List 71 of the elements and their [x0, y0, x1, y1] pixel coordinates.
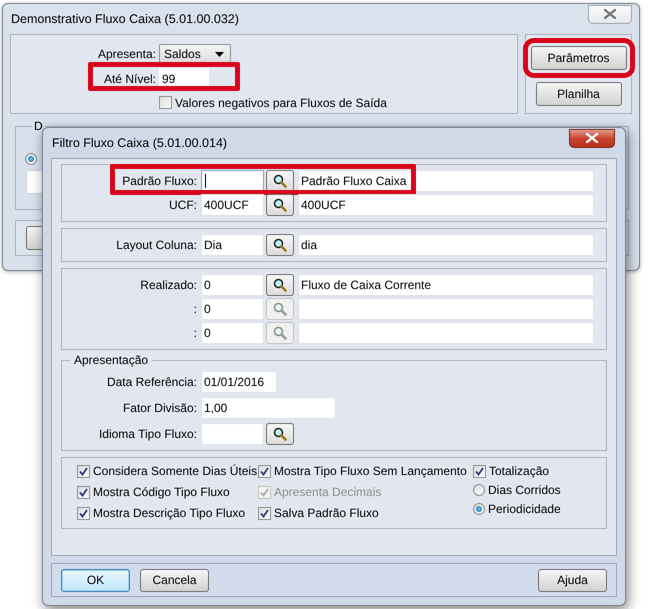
checkbox-label: Considera Somente Dias Úteis — [93, 464, 258, 478]
field-label: : — [192, 302, 197, 316]
close-button[interactable] — [569, 128, 615, 148]
field-label: Realizado: — [139, 278, 197, 292]
lookup-button[interactable] — [266, 170, 294, 192]
checkbox[interactable] — [473, 464, 486, 478]
checkbox-label: Apresenta Decimais — [274, 485, 382, 499]
dialog-button[interactable]: OK — [61, 568, 130, 592]
group-title: Apresentação — [70, 353, 152, 367]
description-field[interactable]: Fluxo de Caixa Corrente — [298, 274, 594, 296]
field-label: Apresenta: — [96, 47, 156, 62]
checkbox[interactable] — [77, 464, 90, 478]
radio-button[interactable] — [473, 503, 485, 515]
dropdown[interactable]: Saldos — [159, 44, 231, 64]
checkbox-label: Mostra Código Tipo Fluxo — [93, 485, 230, 499]
search-icon — [273, 302, 287, 316]
code-field[interactable]: Dia — [201, 234, 264, 256]
search-icon — [273, 174, 287, 188]
lookup-button[interactable] — [266, 423, 294, 445]
checkbox-label: Mostra Descrição Tipo Fluxo — [93, 506, 246, 520]
description-field[interactable] — [298, 322, 594, 344]
field-label: Layout Coluna: — [115, 238, 197, 252]
lookup-button[interactable] — [266, 194, 294, 216]
field-label: Fator Divisão: — [122, 401, 197, 415]
window-title: Demonstrativo Fluxo Caixa (5.01.00.032) — [10, 12, 239, 26]
search-icon — [273, 326, 287, 340]
checkbox[interactable] — [77, 506, 90, 520]
radio-label: Periodicidade — [488, 502, 561, 516]
checkbox-label: Salva Padrão Fluxo — [274, 506, 379, 520]
description-field[interactable]: Padrão Fluxo Caixa — [298, 170, 594, 192]
radio-button[interactable] — [473, 484, 485, 496]
field-label: : — [192, 326, 197, 340]
field-label: Idioma Tipo Fluxo: — [98, 427, 197, 441]
action-button[interactable]: Planilha — [536, 82, 622, 106]
code-field[interactable]: 0 — [201, 298, 264, 320]
checkbox-label: Valores negativos para Fluxos de Saída — [175, 96, 387, 110]
code-field[interactable]: 400UCF — [201, 194, 264, 216]
dialog-button[interactable]: Cancela — [140, 568, 209, 592]
checkbox[interactable] — [258, 464, 271, 478]
description-field[interactable] — [298, 298, 594, 320]
input-field[interactable] — [201, 423, 264, 445]
search-icon — [273, 238, 287, 252]
checkbox[interactable] — [159, 96, 172, 110]
code-field[interactable] — [201, 170, 264, 192]
close-icon — [586, 133, 598, 143]
search-icon — [273, 427, 287, 441]
field-label: UCF: — [168, 198, 197, 212]
window-title: Filtro Fluxo Caixa (5.01.00.014) — [51, 136, 228, 150]
checkbox[interactable] — [77, 486, 90, 498]
group-title: D — [32, 119, 45, 133]
checkbox[interactable] — [258, 506, 271, 520]
radio-button[interactable] — [25, 153, 37, 165]
caret-icon — [215, 52, 224, 57]
close-icon — [604, 9, 616, 19]
code-field[interactable]: 0 — [201, 274, 264, 296]
dialog-button[interactable]: Ajuda — [538, 568, 607, 592]
search-icon — [273, 278, 287, 292]
input-field[interactable]: 01/01/2016 — [201, 371, 277, 393]
description-field[interactable]: dia — [298, 234, 594, 256]
lookup-button[interactable] — [266, 274, 294, 296]
checkbox-label: Mostra Tipo Fluxo Sem Lançamento — [274, 464, 467, 478]
input-field[interactable]: 1,00 — [201, 397, 336, 419]
code-field[interactable]: 0 — [201, 322, 264, 344]
field-label: Padrão Fluxo: — [121, 174, 197, 188]
checkbox-label: Totalização — [489, 464, 550, 478]
field-label: Data Referência: — [106, 375, 197, 389]
lookup-button[interactable] — [266, 234, 294, 256]
field-label: Até Nível: — [102, 72, 156, 86]
radio-label: Dias Corridos — [488, 483, 561, 497]
search-icon — [273, 198, 287, 212]
description-field[interactable]: 400UCF — [298, 194, 594, 216]
